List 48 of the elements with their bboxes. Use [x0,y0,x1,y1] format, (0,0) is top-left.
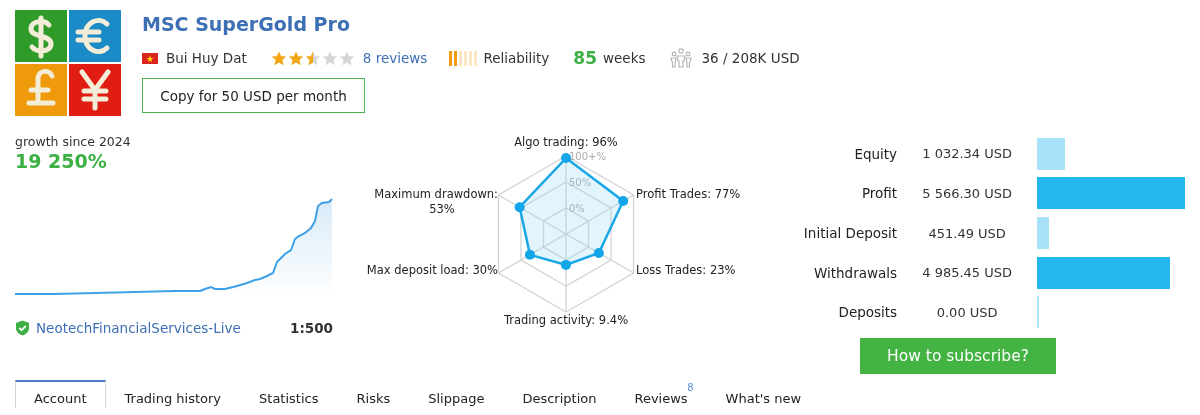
weeks-count: 85 [573,48,597,68]
balance-label: Withdrawals [812,264,898,281]
radar-point [593,248,604,258]
radar-point [561,153,571,164]
axis-label: Max deposit load: 30% [366,263,498,277]
balance-value: 1 032.34 USD [921,146,1014,162]
star-icon [287,50,304,66]
radar-point [514,202,525,213]
author-name[interactable]: Bui Huy Dat [166,50,247,66]
star-icon [338,50,355,66]
axis-label: Loss Trades: 23% [636,263,736,277]
tab[interactable]: Account [15,380,106,408]
radar-point [618,196,629,206]
star-icon [304,50,321,66]
balance-label: Profit [860,185,898,202]
balance-label: Equity [853,145,898,162]
growth-value: 19 250% [15,150,108,172]
leverage-text: 1:500 [290,320,333,336]
currency-logo-icon [15,10,121,116]
balance-value: 451.49 USD [927,225,1007,241]
radar-point [524,249,535,260]
star-icon [270,50,287,66]
balance-label: Initial Deposit [802,225,898,242]
copy-button[interactable]: Copy for 50 USD per month [142,78,365,113]
broker-link[interactable]: NeotechFinancialServices-Live [36,320,241,336]
ring-label: 0% [569,203,585,214]
star-icon [321,50,338,66]
balance-label: Deposits [837,304,898,321]
axis-label: Trading activity: 9.4% [503,313,629,327]
balance-value: 5 566.30 USD [921,186,1014,201]
weeks-label: weeks [603,50,646,66]
shield-check-icon [15,320,30,336]
growth-caption: growth since 2024 [15,134,132,150]
balance-value: 4 985.45 USD [921,265,1014,281]
subscribers-text: 36 / 208K USD [701,50,800,66]
ring-label: 50% [569,177,592,188]
balance-value: 0.00 USD [935,304,999,320]
flag-icon [142,52,158,64]
reliability-label: Reliability [483,50,550,66]
signal-title[interactable]: MSC SuperGold Pro [142,12,800,36]
reviews-link[interactable]: 8 reviews [362,50,428,66]
radar-point [561,259,571,270]
people-icon [669,48,692,68]
ring-label: 100+% [569,151,606,162]
axis-label: Algo trading: 96% [514,135,618,149]
review-count-label: 8 [687,382,694,393]
axis-label: Profit Trades: 77% [636,187,741,201]
axis-label: Maximum drawdown: 53% [374,187,498,216]
